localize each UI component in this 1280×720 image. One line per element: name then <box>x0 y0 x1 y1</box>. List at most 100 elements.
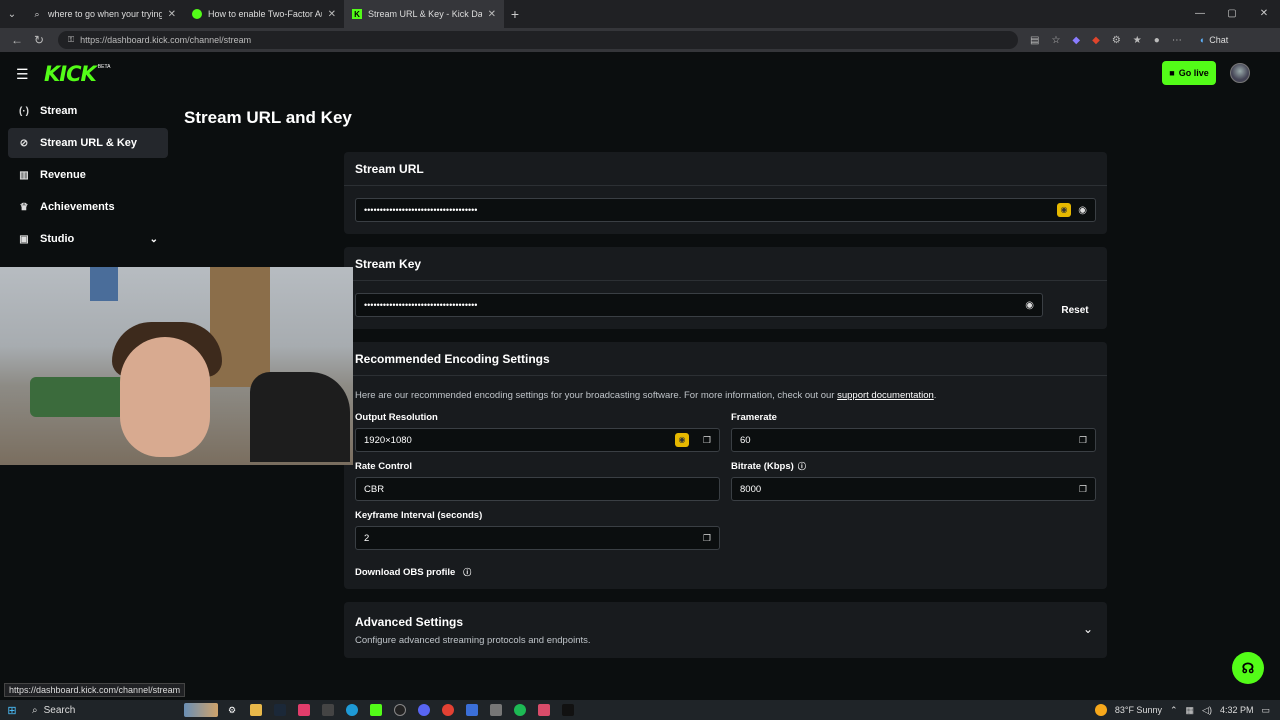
app-icon[interactable] <box>466 704 478 716</box>
sidebar-item-label: Achievements <box>40 201 115 213</box>
browser-tab-2[interactable]: How to enable Two-Factor Authen ✕ <box>184 0 344 28</box>
discord-icon[interactable] <box>418 704 430 716</box>
chevron-down-icon[interactable]: ⌄ <box>150 234 158 245</box>
support-documentation-link[interactable]: support documentation <box>837 390 934 401</box>
eye-icon[interactable]: ◉ <box>1078 205 1087 216</box>
copy-icon[interactable]: ❐ <box>703 435 711 446</box>
search-icon: ⌕ <box>32 704 38 716</box>
avatar[interactable] <box>1230 63 1250 83</box>
spotify-icon[interactable] <box>514 704 526 716</box>
chevron-up-icon[interactable]: ⌃ <box>1170 705 1178 716</box>
keyframe-field[interactable]: 2 ❐ <box>355 526 720 550</box>
sidebar-item-stream-url-key[interactable]: ⊘ Stream URL & Key <box>8 128 168 158</box>
extension-badge-icon[interactable]: ◉ <box>1057 203 1071 217</box>
microphone-arm <box>250 372 350 462</box>
weather-text[interactable]: 83°F Sunny <box>1115 705 1162 715</box>
favorite-star-icon[interactable]: ☆ <box>1051 35 1060 46</box>
chevron-down-icon[interactable]: ⌄ <box>1083 622 1093 636</box>
refresh-icon[interactable]: ↻ <box>28 33 50 47</box>
copy-icon[interactable]: ❐ <box>1079 435 1087 446</box>
chrome-icon[interactable] <box>442 704 454 716</box>
notification-icon[interactable]: ▭ <box>1261 705 1270 716</box>
close-window-icon[interactable]: ✕ <box>1248 0 1280 28</box>
app-icon[interactable] <box>538 704 550 716</box>
back-icon[interactable]: ← <box>6 33 28 47</box>
edge-icon[interactable] <box>346 704 358 716</box>
copilot-chat-button[interactable]: ◐ Chat <box>1200 35 1228 45</box>
copy-icon[interactable]: ❐ <box>703 533 711 544</box>
advanced-settings-card[interactable]: Advanced Settings Configure advanced str… <box>344 602 1107 658</box>
info-icon[interactable]: ⓘ <box>798 462 806 471</box>
minimize-icon[interactable]: — <box>1184 0 1216 28</box>
extension-icon[interactable]: ◆ <box>1092 35 1100 46</box>
stream-key-card: Stream Key •••••••••••••••••••••••••••••… <box>344 247 1107 329</box>
browser-tab-1[interactable]: ⌕ where to go when your trying to g ✕ <box>24 0 184 28</box>
framerate-field[interactable]: 60 ❐ <box>731 428 1096 452</box>
eye-icon[interactable]: ◉ <box>1025 300 1034 311</box>
tiktok-icon[interactable] <box>562 704 574 716</box>
beta-tag: BETA <box>97 64 111 70</box>
close-icon[interactable]: ✕ <box>328 9 336 20</box>
card-heading: Stream URL <box>344 152 1107 186</box>
stream-url-field[interactable]: •••••••••••••••••••••••••••••••••••• ◉ ◉ <box>355 198 1096 222</box>
app-icon[interactable] <box>322 704 334 716</box>
extension-badge-icon[interactable]: ◉ <box>675 433 689 447</box>
search-highlight-image[interactable] <box>184 703 218 717</box>
music-app-icon[interactable] <box>298 704 310 716</box>
network-icon[interactable]: ▦ <box>1186 705 1195 716</box>
address-bar-row: ← ↻ ⚿ https://dashboard.kick.com/channel… <box>0 28 1280 52</box>
kick-app-icon[interactable] <box>370 704 382 716</box>
tab-list-icon[interactable]: ⌄ <box>0 0 24 28</box>
reset-button[interactable]: Reset <box>1051 298 1099 322</box>
sidebar-item-studio[interactable]: ▣ Studio ⌄ <box>8 224 168 254</box>
clock[interactable]: 4:32 PM <box>1220 705 1254 715</box>
support-chat-button[interactable]: ☊ <box>1232 652 1264 684</box>
close-icon[interactable]: ✕ <box>488 9 496 20</box>
extension-icon[interactable]: ◆ <box>1072 35 1080 46</box>
download-obs-profile[interactable]: Download OBS profile ⓘ <box>355 567 471 578</box>
link-icon: ⊘ <box>19 137 29 149</box>
output-resolution-field[interactable]: 1920×1080 ◉ ❐ <box>355 428 720 452</box>
copilot-icon: ◐ <box>1199 35 1206 45</box>
close-icon[interactable]: ✕ <box>168 9 176 20</box>
sidebar-item-label: Stream URL & Key <box>40 137 137 149</box>
sidebar-item-achievements[interactable]: ♛ Achievements <box>8 192 168 222</box>
browser-tab-3[interactable]: K Stream URL & Key - Kick Dashboa ✕ <box>344 0 504 28</box>
info-icon[interactable]: ⓘ <box>463 568 471 577</box>
bitrate-field[interactable]: 8000 ❐ <box>731 477 1096 501</box>
taskbar-search[interactable]: ⌕ Search <box>24 702 184 718</box>
app-icon[interactable] <box>490 704 502 716</box>
reader-icon[interactable]: ▤ <box>1030 35 1039 46</box>
settings-icon[interactable]: ⚙ <box>226 704 238 716</box>
kick-logo[interactable]: KICK <box>44 62 97 86</box>
profile-icon[interactable]: ● <box>1154 35 1160 46</box>
obs-icon[interactable] <box>394 704 406 716</box>
sidebar: (·) Stream ⊘ Stream URL & Key ▥ Revenue … <box>8 96 168 256</box>
url-text: https://dashboard.kick.com/channel/strea… <box>80 35 252 45</box>
maximize-icon[interactable]: ▢ <box>1216 0 1248 28</box>
rate-control-field[interactable]: CBR <box>355 477 720 501</box>
windows-start-icon[interactable]: ⊞ <box>0 704 24 717</box>
new-tab-button[interactable]: + <box>504 6 526 22</box>
encoding-description: Here are our recommended encoding settin… <box>355 390 936 401</box>
window-controls: — ▢ ✕ <box>1184 0 1280 28</box>
trophy-icon: ♛ <box>19 201 29 213</box>
person-face <box>120 337 210 457</box>
browser-tab-bar: ⌄ ⌕ where to go when your trying to g ✕ … <box>0 0 1280 28</box>
sidebar-item-revenue[interactable]: ▥ Revenue <box>8 160 168 190</box>
stream-key-field[interactable]: •••••••••••••••••••••••••••••••••••• ◉ <box>355 293 1043 317</box>
url-field[interactable]: ⚿ https://dashboard.kick.com/channel/str… <box>58 31 1018 49</box>
more-icon[interactable]: ⋯ <box>1172 35 1182 46</box>
copy-icon[interactable]: ❐ <box>1079 484 1087 495</box>
file-explorer-icon[interactable] <box>250 704 262 716</box>
go-live-button[interactable]: ■ Go live <box>1162 61 1216 85</box>
extensions-icon[interactable]: ⚙ <box>1112 35 1121 46</box>
steam-icon[interactable] <box>274 704 286 716</box>
sidebar-item-stream[interactable]: (·) Stream <box>8 96 168 126</box>
favorites-icon[interactable]: ★ <box>1133 35 1142 46</box>
volume-icon[interactable]: ◁) <box>1202 705 1212 716</box>
site-info-icon[interactable]: ⚿ <box>68 35 74 45</box>
output-resolution-label: Output Resolution <box>355 412 438 423</box>
hamburger-menu-icon[interactable]: ☰ <box>16 66 32 83</box>
top-nav: ☰ KICK BETA <box>0 52 1280 96</box>
